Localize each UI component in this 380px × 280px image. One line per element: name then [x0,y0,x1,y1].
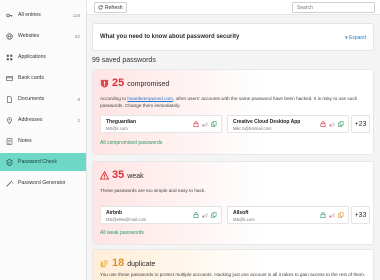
duplicate-icon [100,258,109,267]
weak-description: These passwords are too simple and easy … [100,188,206,193]
entry-email: MS@k.com [106,126,128,131]
toolbar: Refresh [87,0,380,15]
haveibeenpwned-link[interactable]: haveibeenpwned.com [127,96,173,101]
compromised-label: compromised [127,81,170,88]
warning-shield-icon [100,79,109,88]
document-icon [5,95,13,103]
compromised-entry[interactable]: Theguardian MS@k.com [100,115,222,133]
sidebar-item-label: Notes [18,138,32,144]
sidebar-item-count: 92 [74,33,80,39]
applications-icon [5,53,13,61]
entry-email: Mikr.S@hotmail.com [233,126,272,131]
sidebar-item-label: Websites [18,33,40,39]
globe-icon [5,32,13,40]
chevron-down-icon: ▾ [345,35,348,41]
more-entries-button[interactable]: +23 [351,115,370,133]
sidebar-item-count: 8 [77,96,80,102]
sidebar-item-addresses[interactable]: Addresses 2 [0,111,86,129]
sidebar-item-bank-cards[interactable]: Bank cards [0,69,86,87]
entry-name: Airbnb [106,210,123,216]
lock-icon[interactable] [193,212,199,218]
entry-email: MS@k.com [233,217,255,222]
expand-label: Expand [349,35,366,41]
card-icon [5,74,13,82]
copy-icon[interactable] [211,212,217,218]
sidebar-item-password-generator[interactable]: Password Generator [0,174,86,192]
sidebar-item-all-entries[interactable]: All entries 118 [0,6,86,24]
sidebar-item-password-check[interactable]: Password Check [0,153,86,171]
weak-label: weak [127,173,144,180]
strength-icon [329,213,335,218]
entry-email: MS@Miss@mail.com [106,217,147,222]
app-window: All entries 118 Websites 92 Applications… [0,0,380,280]
sidebar-item-applications[interactable]: Applications [0,48,86,66]
sidebar-item-label: Addresses [18,117,43,123]
weak-entry[interactable]: Airbnb MS@Miss@mail.com [100,206,222,224]
compromised-description: According to haveibeenpwned.com, other u… [100,96,358,108]
sidebar-item-label: All entries [18,12,41,18]
entry-name: Allsoft [233,210,249,216]
sidebar-item-label: Documents [18,96,45,102]
sidebar-item-label: Bank cards [18,75,44,81]
entry-name: Theguardian [106,119,137,125]
sidebar-item-websites[interactable]: Websites 92 [0,27,86,45]
entry-name: Creative Cloud Desktop App [233,119,301,125]
strength-icon [202,122,208,127]
security-info-card[interactable]: What you need to know about password sec… [92,23,374,51]
compromised-card: 25 compromised According to haveibeenpwn… [92,69,374,155]
refresh-button[interactable]: Refresh [94,2,127,13]
note-icon [5,137,13,145]
compromised-entry[interactable]: Creative Cloud Desktop App Mikr.S@hotmai… [227,115,349,133]
copy-icon[interactable] [338,212,344,218]
sidebar-item-documents[interactable]: Documents 8 [0,90,86,108]
strength-icon [329,122,335,127]
compromised-count: 25 [112,77,125,89]
main-content: What you need to know about password sec… [87,15,380,280]
sidebar-item-count: 118 [72,12,80,18]
sidebar-item-label: Password Generator [18,180,66,186]
duplicate-label: duplicate [127,261,156,268]
sidebar-item-count: 2 [77,117,80,123]
wand-icon [5,179,13,187]
key-icon [5,11,13,19]
refresh-label: Refresh [105,4,123,11]
lock-icon[interactable] [320,121,326,127]
shield-icon [5,158,13,166]
search-input[interactable] [292,2,375,13]
saved-passwords-title: 99 saved passwords [92,57,156,64]
lock-icon[interactable] [320,212,326,218]
location-icon [5,116,13,124]
duplicate-card: 18 duplicate You use these passwords to … [92,249,374,280]
sidebar-item-label: Applications [18,54,46,60]
expand-button[interactable]: ▾ Expand [345,35,366,41]
all-compromised-link[interactable]: All compromised passwords [100,140,162,146]
warning-triangle-icon [100,170,109,180]
all-weak-link[interactable]: All weak passwords [100,230,144,236]
duplicate-count: 18 [112,257,125,269]
copy-icon[interactable] [211,121,217,127]
sidebar-item-label: Password Check [18,159,57,165]
security-info-title: What you need to know about password sec… [100,34,240,40]
duplicate-description: You use these passwords to protect multi… [100,272,366,277]
refresh-icon [98,5,103,10]
weak-entry[interactable]: Allsoft MS@k.com [227,206,349,224]
weak-card: 35 weak These passwords are too simple a… [92,161,374,245]
more-entries-button[interactable]: +33 [351,206,370,224]
copy-icon[interactable] [338,121,344,127]
strength-icon [202,213,208,218]
sidebar-item-notes[interactable]: Notes [0,132,86,150]
sidebar: All entries 118 Websites 92 Applications… [0,0,87,280]
lock-icon[interactable] [193,121,199,127]
weak-count: 35 [112,169,125,181]
